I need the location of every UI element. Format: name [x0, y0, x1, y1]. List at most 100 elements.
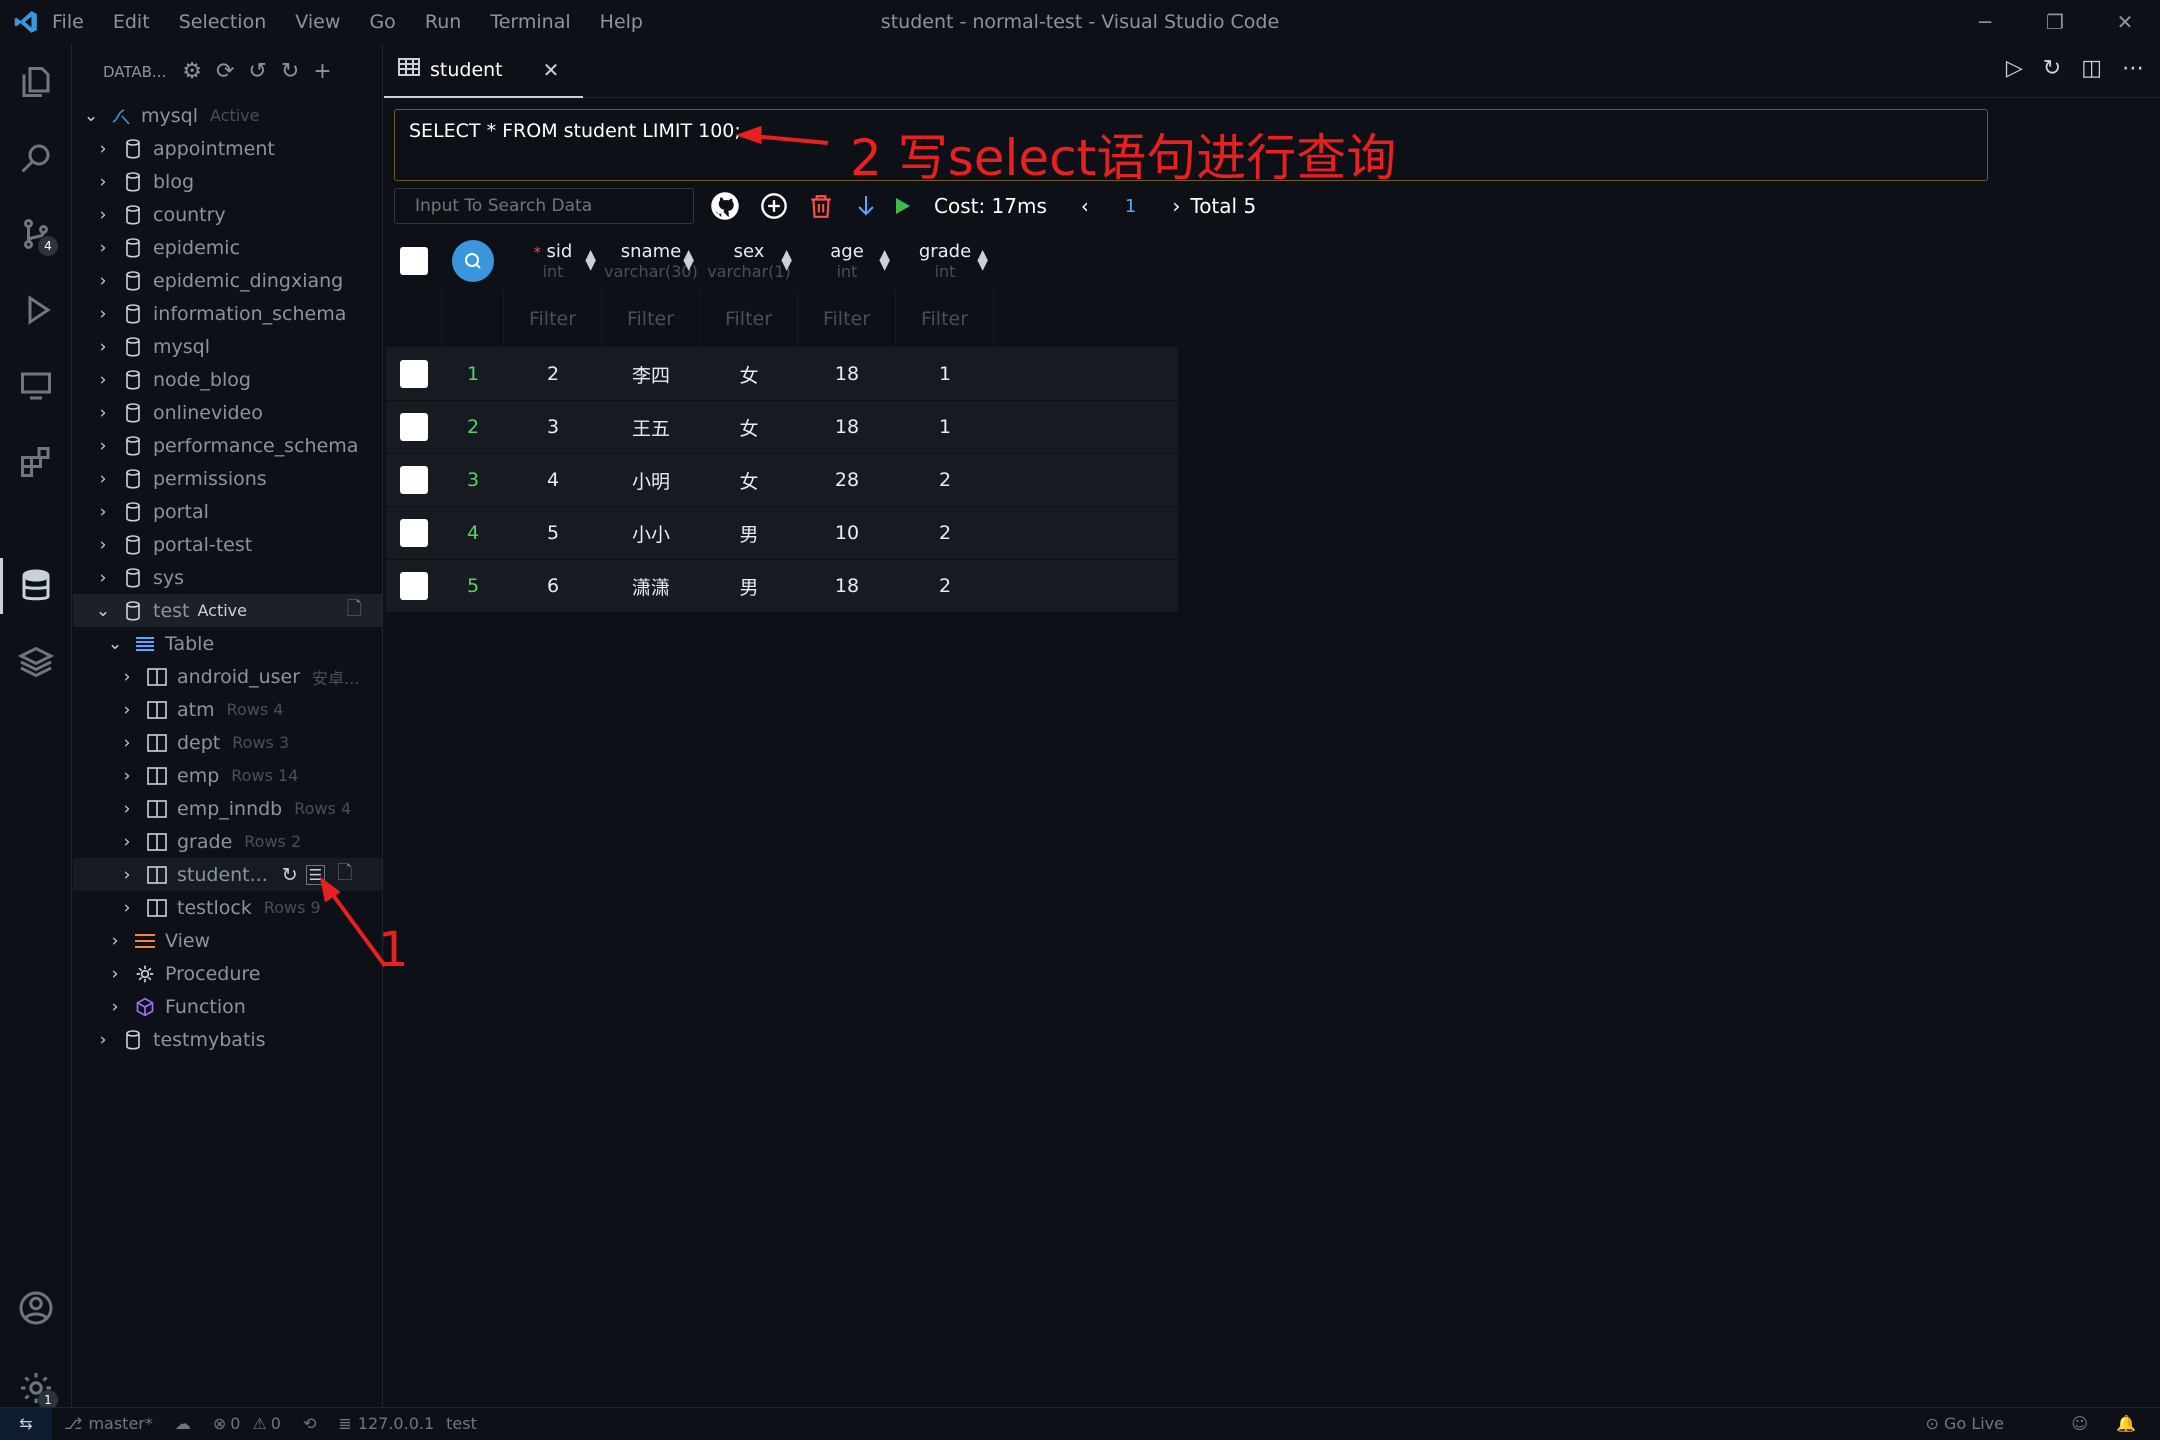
row-checkbox[interactable] [400, 360, 428, 388]
sort-icon[interactable]: ▲ ▼ [683, 248, 694, 272]
chevron-down-icon[interactable]: ⌄ [81, 106, 101, 126]
database-item[interactable]: › information_schema [73, 297, 382, 330]
menu-terminal[interactable]: Terminal [490, 11, 570, 33]
more-actions-icon[interactable]: ⋯ [2122, 56, 2144, 81]
run-debug-icon[interactable] [12, 286, 60, 334]
folder-item[interactable]: › Procedure [73, 957, 382, 990]
warning-icon[interactable]: ⚠ [252, 1414, 266, 1433]
row-checkbox[interactable] [400, 466, 428, 494]
open-table-icon[interactable]: ☰ [305, 864, 326, 885]
table-item[interactable]: › atm Rows 4 [73, 693, 382, 726]
refresh-results-icon[interactable]: ↻ [2043, 56, 2061, 81]
chevron-right-icon[interactable]: › [117, 667, 137, 687]
chevron-right-icon[interactable]: › [93, 1030, 113, 1050]
chevron-right-icon[interactable]: › [117, 766, 137, 786]
tab-student[interactable]: student ✕ [384, 43, 584, 98]
github-icon[interactable] [710, 191, 740, 221]
chevron-right-icon[interactable]: › [117, 700, 137, 720]
cell-sex[interactable]: 女 [700, 401, 798, 453]
table-item[interactable]: › android_user 安卓... [73, 660, 382, 693]
table-row[interactable]: 3 4 小明女 28 2 [386, 454, 1178, 507]
cell-grade[interactable]: 1 [896, 401, 994, 453]
cell-age[interactable]: 28 [798, 454, 896, 506]
filter-input-grade[interactable]: Filter [896, 290, 994, 347]
database-item[interactable]: › mysql [73, 330, 382, 363]
page-number[interactable]: 1 [1125, 196, 1136, 217]
cell-sname[interactable]: 李四 [602, 348, 700, 400]
new-query-icon[interactable]: 🗋 [347, 595, 362, 627]
database-item[interactable]: › testmybatis [73, 1023, 382, 1056]
cell-sex[interactable]: 女 [700, 348, 798, 400]
branch-name[interactable]: master* [88, 1414, 152, 1433]
chevron-right-icon[interactable]: › [93, 535, 113, 555]
cell-age[interactable]: 18 [798, 348, 896, 400]
account-icon[interactable] [12, 1284, 60, 1332]
row-checkbox[interactable] [400, 519, 428, 547]
column-header-grade[interactable]: grade int ▲ ▼ [896, 232, 994, 290]
refresh-icon[interactable]: ↻ [281, 59, 299, 84]
database-item[interactable]: › epidemic_dingxiang [73, 264, 382, 297]
sync-cloud-icon[interactable]: ☁ [175, 1414, 191, 1433]
database-item[interactable]: › country [73, 198, 382, 231]
cell-grade[interactable]: 2 [896, 454, 994, 506]
database-item[interactable]: › sys [73, 561, 382, 594]
db-host[interactable]: 127.0.0.1 [358, 1414, 434, 1433]
database-item[interactable]: › appointment [73, 132, 382, 165]
minimize-icon[interactable]: ─ [1950, 0, 2020, 44]
database-item[interactable]: › permissions [73, 462, 382, 495]
cell-sex[interactable]: 女 [700, 454, 798, 506]
table-item[interactable]: › student... ↻ ☰ 🗋 [73, 858, 382, 891]
delete-icon[interactable] [808, 192, 834, 220]
history-icon[interactable]: ↺ [248, 59, 266, 84]
sync-icon[interactable]: ⟳ [216, 59, 234, 84]
chevron-right-icon[interactable]: › [105, 964, 125, 984]
feedback-icon[interactable]: ☺ [2071, 1414, 2088, 1433]
menu-go[interactable]: Go [369, 11, 395, 33]
database-item[interactable]: › epidemic [73, 231, 382, 264]
table-item[interactable]: › grade Rows 2 [73, 825, 382, 858]
chevron-right-icon[interactable]: › [117, 898, 137, 918]
cell-sex[interactable]: 男 [700, 560, 798, 612]
column-header-sname[interactable]: sname varchar(30) ▲ ▼ [602, 232, 700, 290]
database-item[interactable]: › portal-test [73, 528, 382, 561]
filter-input-sex[interactable]: Filter [700, 290, 798, 347]
database-icon[interactable] [12, 562, 60, 610]
chevron-right-icon[interactable]: › [105, 997, 125, 1017]
chevron-right-icon[interactable]: › [117, 865, 137, 885]
source-control-icon[interactable]: 4 [12, 210, 60, 258]
database-item[interactable]: › blog [73, 165, 382, 198]
sort-icon[interactable]: ▲ ▼ [879, 248, 890, 272]
sort-icon[interactable]: ▲ ▼ [977, 248, 988, 272]
chevron-right-icon[interactable]: › [93, 238, 113, 258]
select-all-checkbox[interactable] [400, 247, 428, 275]
table-item[interactable]: › testlock Rows 9 [73, 891, 382, 924]
add-connection-icon[interactable]: + [313, 59, 331, 84]
db-schema[interactable]: test [446, 1414, 477, 1433]
menu-file[interactable]: File [52, 11, 84, 33]
chevron-right-icon[interactable]: › [93, 436, 113, 456]
cell-sid[interactable]: 6 [504, 560, 602, 612]
gear-icon[interactable]: ⚙ [182, 59, 202, 84]
sort-icon[interactable]: ▲ ▼ [585, 248, 596, 272]
new-query-icon[interactable]: 🗋 [337, 859, 352, 891]
chevron-right-icon[interactable]: › [93, 502, 113, 522]
menu-view[interactable]: View [295, 11, 340, 33]
cell-grade[interactable]: 2 [896, 560, 994, 612]
filter-input-age[interactable]: Filter [798, 290, 896, 347]
column-header-sid[interactable]: * sid int ▲ ▼ [504, 232, 602, 290]
database-item[interactable]: › performance_schema [73, 429, 382, 462]
cell-sname[interactable]: 潇潇 [602, 560, 700, 612]
remote-icon[interactable]: ⇆ [0, 1407, 52, 1440]
history-status-icon[interactable]: ⟲ [303, 1414, 316, 1433]
table-row[interactable]: 4 5 小小男 10 2 [386, 507, 1178, 560]
table-folder[interactable]: ⌄ Table [73, 627, 382, 660]
column-header-age[interactable]: age int ▲ ▼ [798, 232, 896, 290]
chevron-down-icon[interactable]: ⌄ [105, 634, 125, 654]
chevron-right-icon[interactable]: › [117, 799, 137, 819]
table-item[interactable]: › emp Rows 14 [73, 759, 382, 792]
chevron-right-icon[interactable]: › [105, 931, 125, 951]
search-data-input[interactable] [394, 188, 694, 224]
database-item[interactable]: › node_blog [73, 363, 382, 396]
chevron-right-icon[interactable]: › [93, 568, 113, 588]
cell-age[interactable]: 18 [798, 401, 896, 453]
